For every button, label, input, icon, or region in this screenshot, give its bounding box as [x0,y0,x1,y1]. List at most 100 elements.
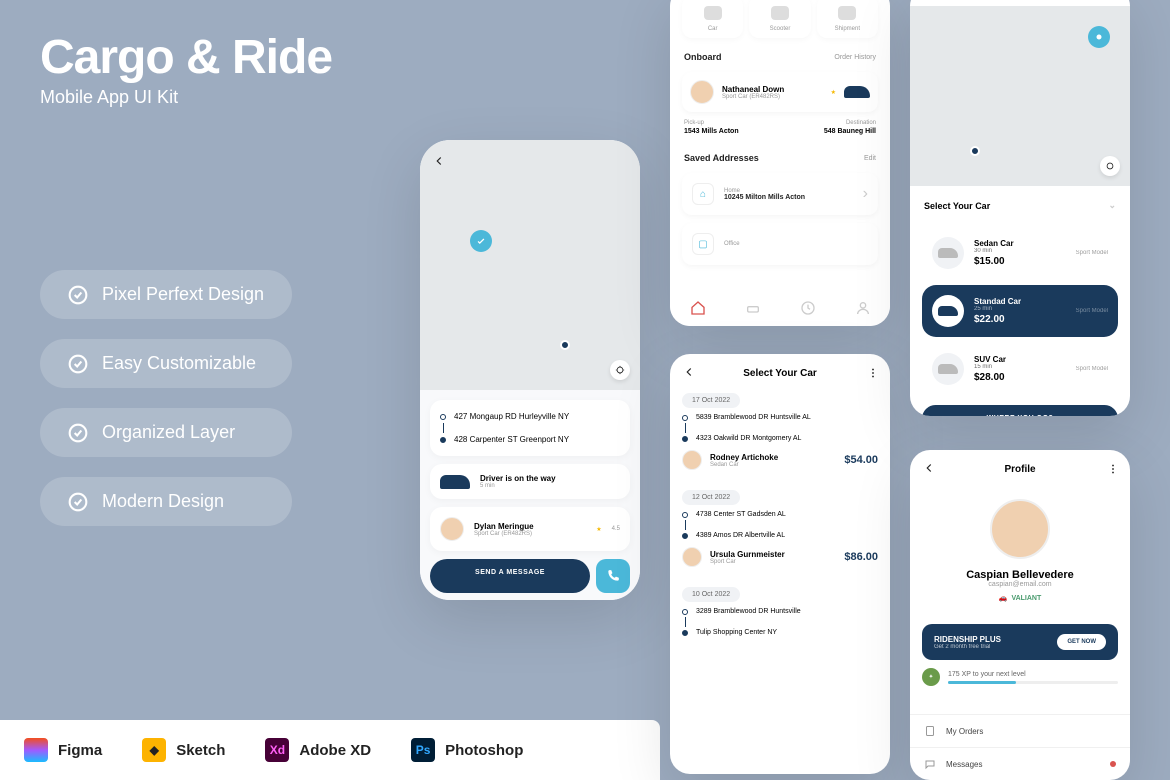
tab-shipment[interactable]: Shipment [817,0,878,38]
address-home[interactable]: ⌂ Home10245 Milton Mills Acton › [682,173,878,215]
screen-title: Profile [1004,464,1035,475]
tab-car[interactable]: Car [682,0,743,38]
profile-avatar[interactable] [990,499,1050,559]
where-you-go-button[interactable]: WHERE YOU GO? [922,405,1118,416]
trip-locations: Pick-up1543 Mills Acton Destination548 B… [670,116,890,145]
driver-status: Driver is on the way [480,474,620,483]
trip-item[interactable]: 4738 Center ST Gadsden AL 4389 Amos DR A… [682,509,878,573]
nav-home-icon[interactable] [690,300,706,316]
screen-header: Profile ⋮ [910,450,1130,485]
select-car-header: Select Your Car⌄ [910,186,1130,221]
pickup-value: 1543 Mills Acton [684,128,780,135]
notification-dot-icon [1110,761,1116,767]
xd-icon: Xd [265,738,289,762]
xp-progress: ✦ 175 XP to your next level [922,668,1118,686]
ridenship-plus-card[interactable]: RIDENSHIP PLUSGet 2 month free trial GET… [922,624,1118,660]
rating-stars: ★ [831,89,836,96]
transport-tabs: Car Scooter Shipment [670,0,890,44]
more-button[interactable]: ⋮ [1108,464,1118,475]
scooter-icon [771,6,789,20]
back-button[interactable] [682,365,696,382]
dest-dot-icon [682,436,688,442]
route-sheet: 427 Mongaup RD Hurleyville NY 428 Carpen… [420,390,640,600]
hero-text: Cargo & Ride Mobile App UI Kit [40,30,332,108]
car-option-sedan[interactable]: Sedan Car30 min$15.00 Sport Model [922,227,1118,279]
tool-sketch: ◆Sketch [142,738,225,762]
status-card: Driver is on the way 5 min [430,464,630,499]
feature-pill: Organized Layer [40,408,292,457]
level-badge-icon: ✦ [922,668,940,686]
map-view[interactable] [910,6,1130,186]
chevron-right-icon: › [863,185,868,203]
call-button[interactable] [596,559,630,593]
profile-name: Caspian Bellevedere [924,569,1116,581]
nav-car-icon[interactable] [745,300,761,316]
driver-card[interactable]: Dylan Meringue Sport Car (ER482RS) ★ 4.5 [430,507,630,551]
trip-item[interactable]: 3289 Bramblewood DR Huntsville Tulip Sho… [682,606,878,638]
date-badge: 17 Oct 2022 [682,393,740,408]
check-icon [68,492,88,512]
hero-title: Cargo & Ride [40,30,332,85]
rider-avatar [682,547,702,567]
car-icon [932,353,964,385]
phone-icon [606,569,620,583]
tab-scooter[interactable]: Scooter [749,0,810,38]
driver-name: Dylan Meringue [474,522,586,531]
rider-avatar [682,450,702,470]
crosshair-icon [615,365,625,375]
car-icon [932,295,964,327]
route-card: 427 Mongaup RD Hurleyville NY 428 Carpen… [430,400,630,456]
trip-price: $86.00 [844,551,878,563]
phone-route: 427 Mongaup RD Hurleyville NY 428 Carpen… [420,140,640,600]
locate-button[interactable] [610,360,630,380]
destination-pin-icon [560,340,570,350]
feature-pill: Easy Customizable [40,339,292,388]
phone-history: Select Your Car ⋮ 17 Oct 2022 5839 Bramb… [670,354,890,774]
origin-address: 427 Mongaup RD Hurleyville NY [454,412,569,421]
feature-list: Pixel Perfext Design Easy Customizable O… [40,270,292,526]
onboard-driver[interactable]: Nathaneal DownSport Car (ER482RS) ★ [682,72,878,112]
car-option-suv[interactable]: SUV Car15 min$28.00 Sport Model [922,343,1118,395]
back-button[interactable] [432,152,450,170]
car-icon [440,475,470,489]
date-badge: 10 Oct 2022 [682,587,740,602]
origin-pin-icon [1088,26,1110,48]
ps-icon: Ps [411,738,435,762]
destination-pin-icon [970,146,980,156]
car-icon: 🚗 [999,594,1008,602]
locate-button[interactable] [1100,156,1120,176]
dest-dot-icon [440,437,446,443]
messages-icon [924,758,936,770]
origin-dot-icon [440,414,446,420]
screen-title: Select Your Car [743,368,817,379]
home-icon: ⌂ [692,183,714,205]
edit-link[interactable]: Edit [864,155,876,162]
get-now-button[interactable]: GET NOW [1057,634,1106,650]
menu-orders[interactable]: My Orders [910,714,1130,747]
phone-home: Car Scooter Shipment OnboardOrder Histor… [670,0,890,326]
sketch-icon: ◆ [142,738,166,762]
more-button[interactable]: ⋮ [868,368,878,379]
menu-messages[interactable]: Messages [910,747,1130,780]
trip-price: $54.00 [844,454,878,466]
tool-figma: Figma [24,738,102,762]
map-view[interactable] [420,140,640,390]
bottom-nav [670,290,890,326]
chevron-down-icon[interactable]: ⌄ [1108,200,1116,211]
tool-xd: XdAdobe XD [265,738,371,762]
driver-avatar [440,517,464,541]
origin-dot-icon [682,415,688,421]
profile-email: caspian@email.com [924,581,1116,588]
nav-history-icon[interactable] [800,300,816,316]
trip-item[interactable]: 5839 Bramblewood DR Huntsville AL 4323 O… [682,412,878,476]
phone-select-car: Select Your Car Select Your Car⌄ Sedan C… [910,0,1130,416]
address-office[interactable]: ▢ Office [682,223,878,265]
check-icon [68,354,88,374]
nav-profile-icon[interactable] [855,300,871,316]
crosshair-icon [1105,161,1115,171]
truck-icon [838,6,856,20]
history-link[interactable]: Order History [834,54,876,61]
back-button[interactable] [922,461,936,478]
car-option-standard[interactable]: Standad Car25 min$22.00 Sport Model [922,285,1118,337]
send-message-button[interactable]: SEND A MESSAGE [430,559,590,593]
